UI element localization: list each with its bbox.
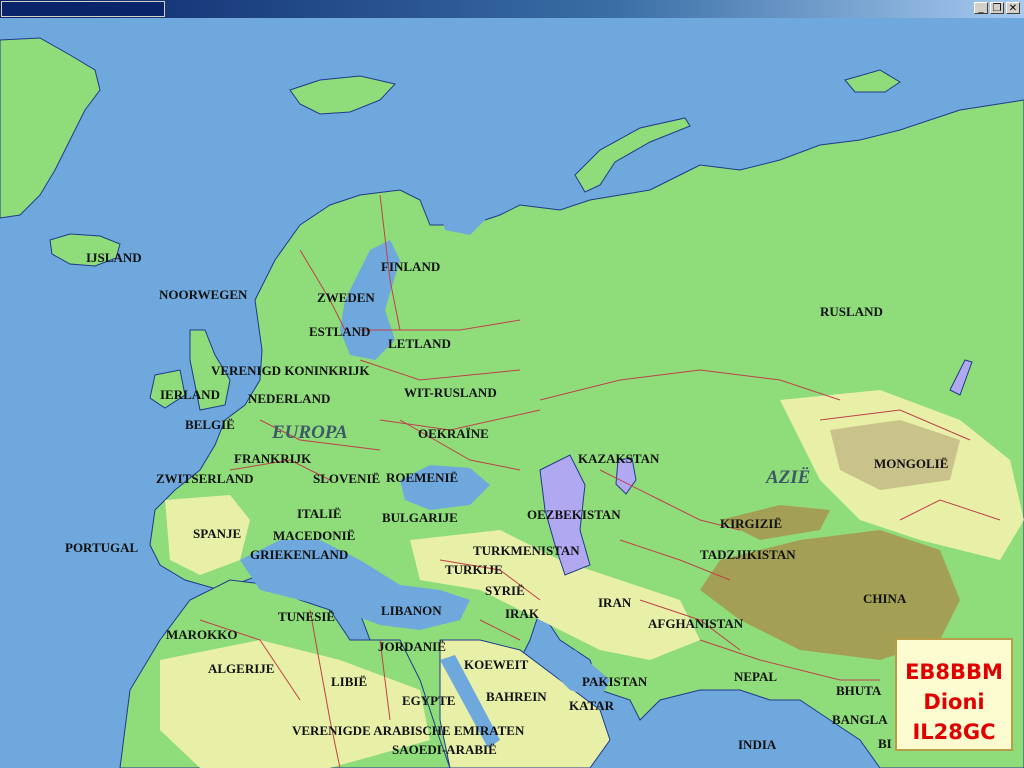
region-label-asia: AZIË [766, 467, 811, 488]
country-label-kirgizie[interactable]: KIRGIZIË [720, 517, 782, 531]
country-label-nederland[interactable]: NEDERLAND [248, 392, 330, 406]
country-label-algerije[interactable]: ALGERIJE [208, 662, 274, 676]
region-label-europe: EUROPA [272, 422, 348, 443]
station-info-box: EB8BBM Dioni IL28GC [895, 638, 1013, 751]
country-label-tadzjikistan[interactable]: TADZJIKISTAN [700, 548, 796, 562]
country-label-ijsland[interactable]: IJSLAND [86, 251, 142, 265]
station-operator-name: Dioni [923, 690, 985, 714]
country-label-oekraine[interactable]: OEKRAÏNE [418, 427, 489, 441]
station-callsign: EB8BBM [905, 660, 1003, 684]
country-label-italie[interactable]: ITALIË [297, 507, 342, 521]
country-label-letland[interactable]: LETLAND [388, 337, 451, 351]
country-label-jordanie[interactable]: JORDANIË [378, 640, 446, 654]
country-label-afghanistan[interactable]: AFGHANISTAN [648, 617, 743, 631]
country-label-rusland[interactable]: RUSLAND [820, 305, 883, 319]
country-label-griekenland[interactable]: GRIEKENLAND [250, 548, 348, 562]
country-label-macedonie[interactable]: MACEDONIË [273, 529, 355, 543]
country-label-marokko[interactable]: MAROKKO [166, 628, 238, 642]
country-label-slovenie[interactable]: SLOVENIË [313, 472, 380, 486]
country-label-turkije[interactable]: TURKIJE [445, 563, 503, 577]
country-label-ierland[interactable]: IERLAND [160, 388, 220, 402]
country-label-bangladesh[interactable]: BANGLA [832, 713, 888, 727]
world-map[interactable] [0, 18, 1024, 768]
minimize-button[interactable]: _ [974, 2, 988, 14]
window-title-area [1, 1, 165, 17]
country-label-egypte[interactable]: EGYPTE [402, 694, 455, 708]
country-label-iran[interactable]: IRAN [598, 596, 631, 610]
country-label-katar[interactable]: KATAR [569, 699, 614, 713]
country-label-libanon[interactable]: LIBANON [381, 604, 442, 618]
country-label-frankrijk[interactable]: FRANKRIJK [234, 452, 311, 466]
country-label-kazakstan[interactable]: KAZAKSTAN [578, 452, 659, 466]
country-label-koeweit[interactable]: KOEWEIT [464, 658, 528, 672]
country-label-noorwegen[interactable]: NOORWEGEN [159, 288, 247, 302]
country-label-bhutan[interactable]: BHUTA [836, 684, 881, 698]
country-label-spanje[interactable]: SPANJE [193, 527, 241, 541]
country-label-bahrein[interactable]: BAHREIN [486, 690, 547, 704]
country-label-saoedi-arabie[interactable]: SAOEDI-ARABIË [392, 743, 497, 757]
country-label-turkmenistan[interactable]: TURKMENISTAN [473, 544, 580, 558]
country-label-estland[interactable]: ESTLAND [309, 325, 370, 339]
country-label-mongolie[interactable]: MONGOLIË [874, 457, 948, 471]
window-titlebar[interactable]: _ ❐ ✕ [0, 0, 1024, 18]
country-label-irak[interactable]: IRAK [505, 607, 539, 621]
country-label-belgie[interactable]: BELGIË [185, 418, 235, 432]
country-label-verenigd-koninkrijk[interactable]: VERENIGD KONINKRIJK [211, 364, 370, 378]
country-label-portugal[interactable]: PORTUGAL [65, 541, 138, 555]
country-label-libie[interactable]: LIBIË [331, 675, 367, 689]
country-label-china[interactable]: CHINA [863, 592, 906, 606]
country-label-wit-rusland[interactable]: WIT-RUSLAND [404, 386, 497, 400]
country-label-finland[interactable]: FINLAND [381, 260, 440, 274]
station-locator: IL28GC [912, 720, 996, 744]
country-label-zwitserland[interactable]: ZWITSERLAND [156, 472, 254, 486]
country-label-bi-partial[interactable]: BI [878, 737, 892, 751]
country-label-bulgarije[interactable]: BULGARIJE [382, 511, 458, 525]
country-label-vae[interactable]: VERENIGDE ARABISCHE EMIRATEN [292, 724, 524, 738]
country-label-pakistan[interactable]: PAKISTAN [582, 675, 647, 689]
country-label-zweden[interactable]: ZWEDEN [317, 291, 375, 305]
close-button[interactable]: ✕ [1006, 2, 1020, 14]
country-label-india[interactable]: INDIA [738, 738, 776, 752]
country-label-tunesie[interactable]: TUNESIË [278, 610, 335, 624]
country-label-nepal[interactable]: NEPAL [734, 670, 777, 684]
country-label-roemenie[interactable]: ROEMENIË [386, 471, 458, 485]
country-label-syrie[interactable]: SYRIË [485, 584, 525, 598]
restore-button[interactable]: ❐ [990, 2, 1004, 14]
country-label-oezbekistan[interactable]: OEZBEKISTAN [527, 508, 621, 522]
